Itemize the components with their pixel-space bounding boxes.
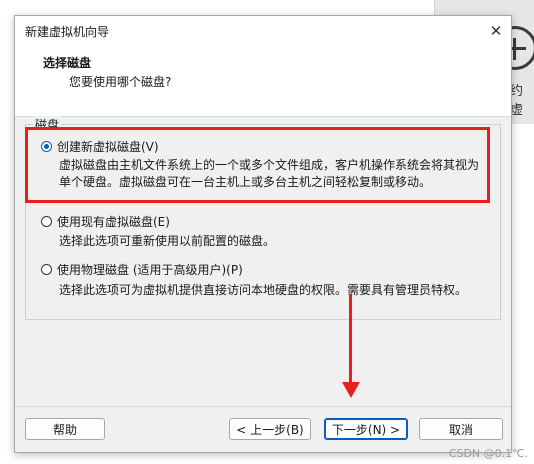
radio-create-new-disk[interactable]: 创建新虚拟磁盘(V) (41, 138, 159, 155)
groupbox-label: 磁盘 (33, 116, 62, 133)
titlebar: 新建虚拟机向导 ✕ (15, 16, 511, 46)
annotation-arrow-line (349, 294, 352, 384)
option-description: 选择此选项可重新使用以前配置的磁盘。 (59, 234, 276, 248)
window-title: 新建虚拟机向导 (25, 25, 110, 39)
description-line: 单个硬盘。虚拟磁盘可在一台主机上或多台主机之间轻松复制或移动。 (59, 175, 432, 189)
next-button[interactable]: 下一步(N) > (324, 418, 408, 440)
page-subtitle: 您要使用哪个磁盘? (69, 75, 172, 89)
close-icon: ✕ (489, 22, 503, 40)
radio-label: 使用现有虚拟磁盘(E) (57, 215, 170, 229)
footer-divider (15, 406, 511, 407)
wizard-header: 选择磁盘 您要使用哪个磁盘? (15, 46, 511, 117)
background-text: 约虚 (510, 84, 524, 118)
radio-use-physical-disk[interactable]: 使用物理磁盘 (适用于高级用户)(P) (41, 261, 243, 278)
help-button[interactable]: 帮助 (25, 418, 105, 440)
radio-label: 创建新虚拟磁盘(V) (57, 140, 159, 154)
watermark: CSDN @0.1℃. (448, 447, 528, 460)
radio-button[interactable] (41, 216, 52, 227)
close-button[interactable]: ✕ (481, 16, 511, 46)
option-description: 选择此选项可为虚拟机提供直接访问本地硬盘的权限。需要具有管理员特权。 (59, 283, 468, 297)
option-description: 虚拟磁盘由主机文件系统上的一个或多个文件组成，客户机操作系统会将其视为 单个硬盘… (59, 157, 479, 191)
radio-button-checked[interactable] (41, 141, 52, 152)
back-button[interactable]: < 上一步(B) (229, 418, 311, 440)
page-title: 选择磁盘 (43, 56, 92, 70)
annotation-arrow-head (342, 382, 360, 398)
radio-label: 使用物理磁盘 (适用于高级用户)(P) (57, 263, 243, 277)
new-vm-wizard-dialog: 新建虚拟机向导 ✕ 选择磁盘 您要使用哪个磁盘? 磁盘 创建新虚拟磁盘(V) 虚… (14, 15, 512, 453)
radio-button[interactable] (41, 264, 52, 275)
description-line: 虚拟磁盘由主机文件系统上的一个或多个文件组成，客户机操作系统会将其视为 (59, 158, 480, 172)
cancel-button[interactable]: 取消 (419, 418, 503, 440)
radio-use-existing-disk[interactable]: 使用现有虚拟磁盘(E) (41, 213, 170, 230)
